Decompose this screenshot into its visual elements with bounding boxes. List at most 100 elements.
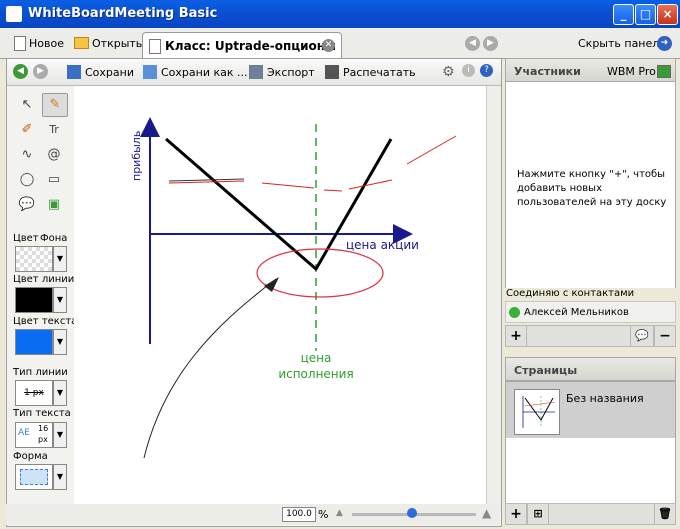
text-type-select[interactable]: AE 16 px	[15, 422, 53, 448]
canvas-vertical-scrollbar[interactable]	[486, 86, 501, 511]
line-color-swatch[interactable]	[15, 287, 53, 313]
page-item[interactable]: Без названия	[506, 382, 675, 438]
select-arrow-icon[interactable]: ↖	[15, 94, 39, 116]
open-label: Открыть	[92, 36, 143, 50]
save-button[interactable]: Сохрани	[67, 65, 134, 79]
save-as-icon	[143, 65, 157, 79]
red-line-1-shadow	[168, 178, 245, 182]
new-document-icon	[14, 35, 26, 51]
freehand-curve-icon[interactable]: ∿	[15, 144, 39, 166]
text-color-swatch[interactable]	[15, 329, 53, 355]
new-board-button[interactable]: Новое	[14, 35, 64, 51]
export-button[interactable]: Экспорт	[249, 65, 315, 79]
shape-select[interactable]	[15, 464, 53, 490]
undo-icon[interactable]: ◀	[13, 64, 28, 79]
strike-label-line2: исполнения	[278, 367, 353, 381]
line-color-dropdown[interactable]: ▼	[53, 287, 67, 313]
new-board-label: Новое	[29, 36, 64, 50]
board-toolbar: ◀ ▶ Сохрани Сохрани как ... Экспорт Расп…	[7, 59, 501, 86]
tabs-forward-icon[interactable]: ▶	[483, 36, 498, 51]
zoom-input[interactable]: 100.0	[282, 507, 316, 522]
zoom-unit: %	[318, 508, 329, 521]
contact-name: Алексей Мельников	[524, 306, 629, 318]
pages-title: Страницы	[514, 364, 578, 377]
image-icon[interactable]: ▣	[42, 194, 66, 216]
rectangle-icon[interactable]: ▭	[42, 169, 66, 191]
delete-page-icon[interactable]: 🗑	[654, 503, 676, 525]
background-label: Фона	[40, 233, 68, 244]
line-color-label: Цвет линии	[13, 274, 75, 285]
line-type-dropdown[interactable]: ▼	[53, 380, 67, 406]
page-thumbnail	[514, 389, 560, 435]
shape-label: Форма	[13, 451, 48, 462]
wbm-pro-label[interactable]: WBM Pro	[607, 65, 656, 78]
print-button[interactable]: Распечатать	[325, 65, 416, 79]
red-line-4	[348, 179, 393, 190]
strike-label-line1: цена	[301, 351, 332, 365]
chat-button[interactable]: 💬	[630, 325, 654, 347]
tab-close-icon[interactable]: ✕	[322, 39, 335, 52]
settings-gear-icon[interactable]: ⚙	[442, 64, 455, 80]
info-icon[interactable]: i	[462, 64, 475, 77]
page-name: Без названия	[566, 392, 644, 405]
tab-label: Класс: Uptrade-опционы	[165, 39, 336, 53]
contact-status-icon	[509, 306, 520, 318]
x-axis-label: цена акции	[346, 238, 419, 252]
pencil-icon[interactable]: ✎	[42, 93, 68, 117]
whiteboard-pane: ◀ ▶ Сохрани Сохрани как ... Экспорт Расп…	[6, 58, 502, 527]
text-color-dropdown[interactable]: ▼	[53, 329, 67, 355]
text-size: 16	[38, 424, 49, 433]
zoom-out-icon[interactable]: ▲	[336, 508, 343, 518]
redo-icon[interactable]: ▶	[33, 64, 48, 79]
remove-participant-button[interactable]: −	[654, 325, 676, 347]
page-grid-icon[interactable]: ⊞	[527, 503, 549, 525]
hide-panels-arrow-icon[interactable]: ➜	[657, 36, 672, 51]
background-color-swatch[interactable]	[15, 246, 53, 272]
open-button[interactable]: Открыть	[74, 35, 142, 51]
zoom-in-icon[interactable]: ▲	[482, 506, 491, 520]
ellipse-icon[interactable]: ◯	[15, 169, 39, 191]
spiral-curve-icon[interactable]: @	[42, 144, 66, 166]
connecting-status: Соединяю с контактами	[506, 288, 635, 299]
save-label: Сохрани	[85, 65, 134, 79]
save-as-button[interactable]: Сохрани как ...	[143, 65, 248, 79]
canvas-drawing: прибыль цена акции цена исполнения	[130, 117, 457, 459]
background-color-dropdown[interactable]: ▼	[53, 246, 67, 272]
color-label: Цвет	[13, 233, 39, 244]
tab-active-board[interactable]: Класс: Uptrade-опционы ✕	[142, 32, 342, 59]
line-type-select[interactable]: 1 px	[15, 380, 53, 406]
maximize-button[interactable]: □	[635, 4, 656, 25]
zoom-slider-thumb[interactable]	[407, 508, 417, 518]
participants-list: Нажмите кнопку "+", чтобы добавить новых…	[505, 82, 676, 288]
shape-dropdown[interactable]: ▼	[53, 464, 67, 490]
page-thumbnail-image	[522, 396, 556, 428]
text-unit: px	[38, 435, 48, 444]
highlight-ellipse	[256, 248, 384, 298]
right-panels: Участники WBM Pro Нажмите кнопку "+", чт…	[505, 58, 676, 525]
add-participant-button[interactable]: +	[505, 325, 527, 347]
pointer-arrow-head	[264, 277, 279, 292]
help-icon[interactable]: ?	[480, 64, 493, 77]
text-tool-icon[interactable]: Tr	[42, 119, 66, 141]
participants-title: Участники	[514, 65, 581, 78]
text-type-dropdown[interactable]: ▼	[53, 422, 67, 448]
pointer-arrow-curve	[143, 278, 277, 459]
pro-gift-icon[interactable]	[657, 65, 671, 78]
tabs-back-icon[interactable]: ◀	[465, 36, 480, 51]
close-button[interactable]: ×	[657, 4, 678, 25]
red-line-3	[323, 189, 343, 192]
red-line-1	[168, 180, 245, 184]
highlighter-icon[interactable]: ✐	[15, 119, 39, 141]
hide-panels-label[interactable]: Скрыть панели	[578, 37, 666, 50]
pages-list: Без названия	[505, 381, 676, 505]
text-sample: AE	[18, 428, 30, 438]
y-axis-label: прибыль	[130, 131, 143, 181]
drawing-canvas[interactable]: прибыль цена акции цена исполнения	[74, 86, 486, 511]
speech-bubble-icon[interactable]: 💬	[15, 194, 39, 216]
contact-item[interactable]: Алексей Мельников	[505, 301, 676, 323]
export-label: Экспорт	[267, 65, 315, 79]
export-icon	[249, 65, 263, 79]
add-page-button[interactable]: +	[505, 503, 527, 525]
shape-preview-icon	[20, 469, 48, 485]
minimize-button[interactable]: _	[613, 4, 634, 25]
